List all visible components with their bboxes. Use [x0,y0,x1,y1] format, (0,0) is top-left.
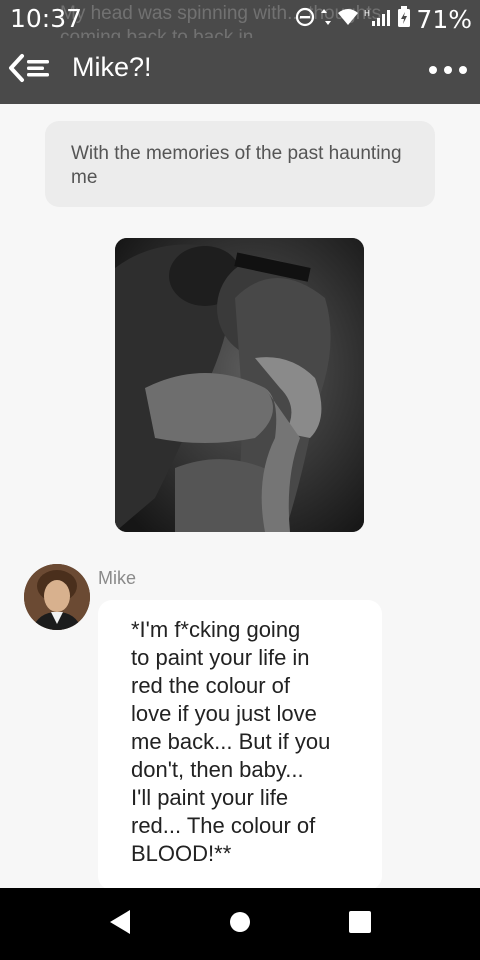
nav-recents-icon [348,910,372,939]
avatar[interactable] [24,564,90,630]
battery-icon [397,6,411,33]
data-arrows-icon [320,7,332,32]
status-icons: H 71% [295,5,472,34]
svg-text:H: H [364,9,370,18]
nav-home-button[interactable] [220,904,260,944]
message-line: love if you just love [131,701,317,726]
message-line: *I'm f*cking going [131,617,301,642]
status-bar: My head was spinning with... thoughts co… [0,0,480,48]
app-header: Mike?! [0,38,480,104]
status-time: 10:37 [10,4,83,33]
do-not-disturb-icon [295,7,315,32]
message-line: red the colour of [131,673,290,698]
message-bubble: *I'm f*cking going to paint your life in… [98,600,382,888]
battery-percent: 71% [416,5,472,34]
message-line: red... The colour of [131,813,316,838]
signal-icon: H [364,7,392,32]
more-options-button[interactable] [426,54,470,88]
message-line: to paint your life in [131,645,310,670]
back-menu-icon [8,53,52,88]
story-image[interactable] [115,238,364,532]
nav-home-icon [229,911,251,938]
back-button[interactable] [6,50,54,90]
nav-back-button[interactable] [100,906,140,942]
navigation-bar [0,888,480,960]
message-line: don't, then baby... [131,757,304,782]
message-line: me back... But if you [131,729,331,754]
chat-title: Mike?! [72,52,152,82]
nav-recents-button[interactable] [340,904,380,944]
chat-content[interactable]: With the memories of the past haunting m… [0,104,480,888]
narration-bubble: With the memories of the past haunting m… [45,121,435,207]
more-icon [428,62,468,80]
message-line: I'll paint your life [131,785,289,810]
sender-name: Mike [98,568,137,588]
message-line: BLOOD!** [131,841,232,866]
wifi-icon [337,8,359,31]
chat-screen: My head was spinning with... thoughts co… [0,0,480,960]
nav-back-icon [108,909,132,940]
